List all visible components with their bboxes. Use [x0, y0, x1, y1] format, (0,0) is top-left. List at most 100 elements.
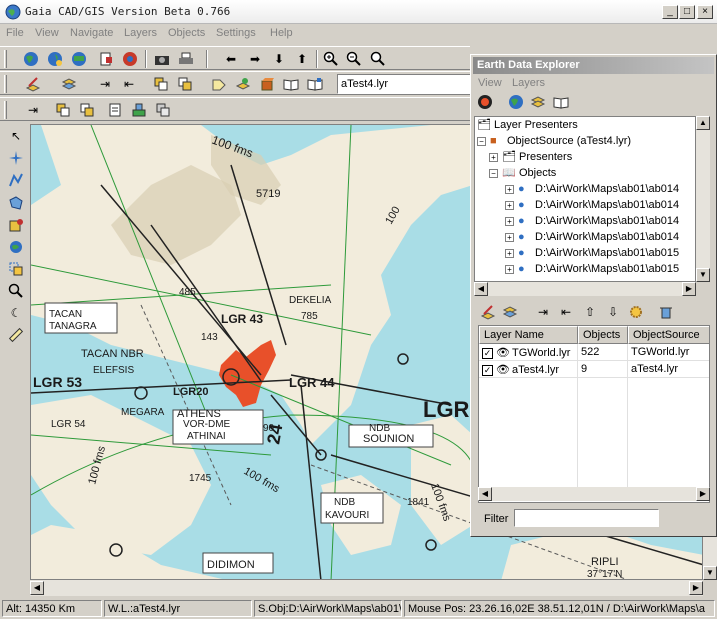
menu-file[interactable]: File — [6, 27, 24, 39]
layer-visible-checkbox[interactable]: ✓ — [482, 347, 493, 359]
expand-icon[interactable]: + — [505, 184, 514, 194]
layer-select[interactable]: aTest4.lyr — [337, 74, 477, 94]
tree-item-layer-presenters[interactable]: 🗂 Layer Presenters — [477, 117, 578, 133]
tree-item-object-file[interactable]: + ● D:\AirWork\Maps\ab01\ab014 — [505, 213, 679, 229]
menu-navigate[interactable]: Navigate — [70, 27, 113, 39]
polygon-icon[interactable] — [7, 194, 25, 212]
globe-tool-icon[interactable] — [7, 238, 25, 256]
toolbar-grip[interactable] — [4, 75, 7, 93]
toolbar-grip[interactable] — [4, 101, 7, 119]
book-icon[interactable] — [282, 75, 300, 93]
menu-objects[interactable]: Objects — [168, 27, 205, 39]
tree-item-object-file[interactable]: + ● D:\AirWork\Maps\ab01\ab015 — [505, 245, 679, 261]
layers-grid[interactable]: Layer Name Objects ObjectSource ✓ 👁 TGWorl… — [478, 325, 710, 503]
tree-item-object-file[interactable]: + ● D:\AirWork\Maps\ab01\ab014 — [505, 181, 679, 197]
copy-layer-icon[interactable] — [152, 75, 170, 93]
globe-icon[interactable] — [22, 50, 40, 68]
map-horizontal-scrollbar[interactable]: ◀ ▶ — [30, 580, 703, 596]
collapse-icon[interactable]: − — [489, 168, 498, 178]
explorer-menu-view[interactable]: View — [478, 77, 502, 89]
move-up-icon[interactable]: ⇧ — [581, 303, 599, 321]
close-button[interactable]: × — [697, 5, 713, 19]
scroll-left-icon[interactable]: ◀ — [30, 581, 44, 595]
menu-view[interactable]: View — [35, 27, 59, 39]
expand-icon[interactable]: + — [505, 216, 514, 226]
layer-pencil-icon[interactable] — [24, 75, 42, 93]
filter-input[interactable] — [514, 509, 659, 527]
trash-icon[interactable] — [657, 303, 675, 321]
gear-icon[interactable] — [627, 303, 645, 321]
layer-edit-icon[interactable] — [7, 216, 25, 234]
insert-icon[interactable]: ⇥ — [24, 101, 42, 119]
presenter-icon[interactable] — [234, 75, 252, 93]
explorer-book-icon[interactable] — [552, 93, 570, 111]
expand-icon[interactable]: + — [505, 248, 514, 258]
object-list-icon[interactable] — [106, 101, 124, 119]
map-globe-icon[interactable] — [70, 50, 88, 68]
column-header-object-source[interactable]: ObjectSource — [628, 326, 709, 344]
book-edit-icon[interactable] — [306, 75, 324, 93]
scroll-left-icon[interactable]: ◀ — [478, 487, 492, 501]
explorer-globe-icon[interactable] — [507, 93, 525, 111]
red-globe-icon[interactable] — [121, 50, 139, 68]
scroll-left-icon[interactable]: ◀ — [474, 282, 488, 296]
arrow-up-icon[interactable]: ⬆ — [293, 50, 311, 68]
camera-icon[interactable] — [153, 50, 171, 68]
scroll-up-icon[interactable]: ▲ — [696, 116, 710, 130]
paste-layer-icon[interactable] — [176, 75, 194, 93]
box-icon[interactable] — [258, 75, 276, 93]
menu-settings[interactable]: Settings — [216, 27, 256, 39]
import-icon[interactable]: ⇥ — [96, 75, 114, 93]
layers-stack-icon[interactable] — [60, 75, 78, 93]
ruler-icon[interactable] — [7, 326, 25, 344]
object-group-icon[interactable] — [154, 101, 172, 119]
explorer-title[interactable]: Earth Data Explorer — [473, 57, 714, 74]
moon-icon[interactable]: ☾ — [7, 304, 25, 322]
zoom-fit-icon[interactable] — [369, 50, 387, 68]
tree-item-object-source[interactable]: − ■ ObjectSource (aTest4.lyr) — [477, 133, 631, 149]
expand-icon[interactable]: + — [505, 232, 514, 242]
column-header-objects[interactable]: Objects — [578, 326, 628, 344]
scroll-down-icon[interactable]: ▼ — [703, 566, 717, 580]
tree-item-object-file[interactable]: + ● D:\AirWork\Maps\ab01\ab014 — [505, 197, 679, 213]
column-header-layer-name[interactable]: Layer Name — [479, 326, 578, 344]
tree-item-presenters[interactable]: + 🗂 Presenters — [489, 149, 572, 165]
layers-stack-icon[interactable] — [501, 303, 519, 321]
scroll-down-icon[interactable]: ▼ — [696, 268, 710, 282]
minimize-button[interactable]: _ — [662, 5, 678, 19]
magnifier-icon[interactable] — [7, 282, 25, 300]
tree-horizontal-scrollbar[interactable]: ◀ ▶ — [474, 282, 696, 296]
expand-icon[interactable]: + — [505, 200, 514, 210]
layer-visible-checkbox[interactable]: ✓ — [482, 364, 493, 376]
select-arrow-icon[interactable]: ↖ — [7, 127, 25, 145]
scroll-right-icon[interactable]: ▶ — [696, 487, 710, 501]
layer-pencil-icon[interactable] — [479, 303, 497, 321]
polyline-icon[interactable] — [7, 171, 25, 189]
stop-icon[interactable] — [476, 93, 494, 111]
expand-icon[interactable]: + — [505, 264, 514, 274]
tree-item-objects[interactable]: − 📖 Objects — [489, 165, 556, 181]
zoom-in-icon[interactable] — [322, 50, 340, 68]
tree-item-object-file[interactable]: + ● D:\AirWork\Maps\ab01\ab015 — [505, 261, 679, 277]
tree-vertical-scrollbar[interactable]: ▲ ▼ — [696, 116, 710, 282]
printer-icon[interactable] — [177, 50, 195, 68]
tree-item-object-file[interactable]: + ● D:\AirWork\Maps\ab01\ab014 — [505, 229, 679, 245]
grid-horizontal-scrollbar[interactable]: ◀ ▶ — [478, 487, 710, 501]
explorer-tree[interactable]: 🗂 Layer Presenters − ■ ObjectSource (aTest4… — [474, 116, 696, 282]
document-icon[interactable] — [97, 50, 115, 68]
export-icon[interactable]: ⇤ — [120, 75, 138, 93]
eye-icon[interactable]: 👁 — [496, 364, 510, 376]
import-icon[interactable]: ⇥ — [534, 303, 552, 321]
menu-help[interactable]: Help — [270, 27, 293, 39]
export-icon[interactable]: ⇤ — [557, 303, 575, 321]
object-copy-icon[interactable] — [54, 101, 72, 119]
arrow-right-icon[interactable]: ➡ — [246, 50, 264, 68]
table-row-name[interactable]: ✓ 👁 aTest4.lyr — [479, 361, 578, 378]
object-move-icon[interactable] — [130, 101, 148, 119]
tag-icon[interactable] — [210, 75, 228, 93]
collapse-icon[interactable]: − — [477, 136, 486, 146]
arrow-down-icon[interactable]: ⬇ — [270, 50, 288, 68]
menu-layers[interactable]: Layers — [124, 27, 157, 39]
expand-icon[interactable]: + — [489, 152, 498, 162]
scroll-right-icon[interactable]: ▶ — [689, 581, 703, 595]
